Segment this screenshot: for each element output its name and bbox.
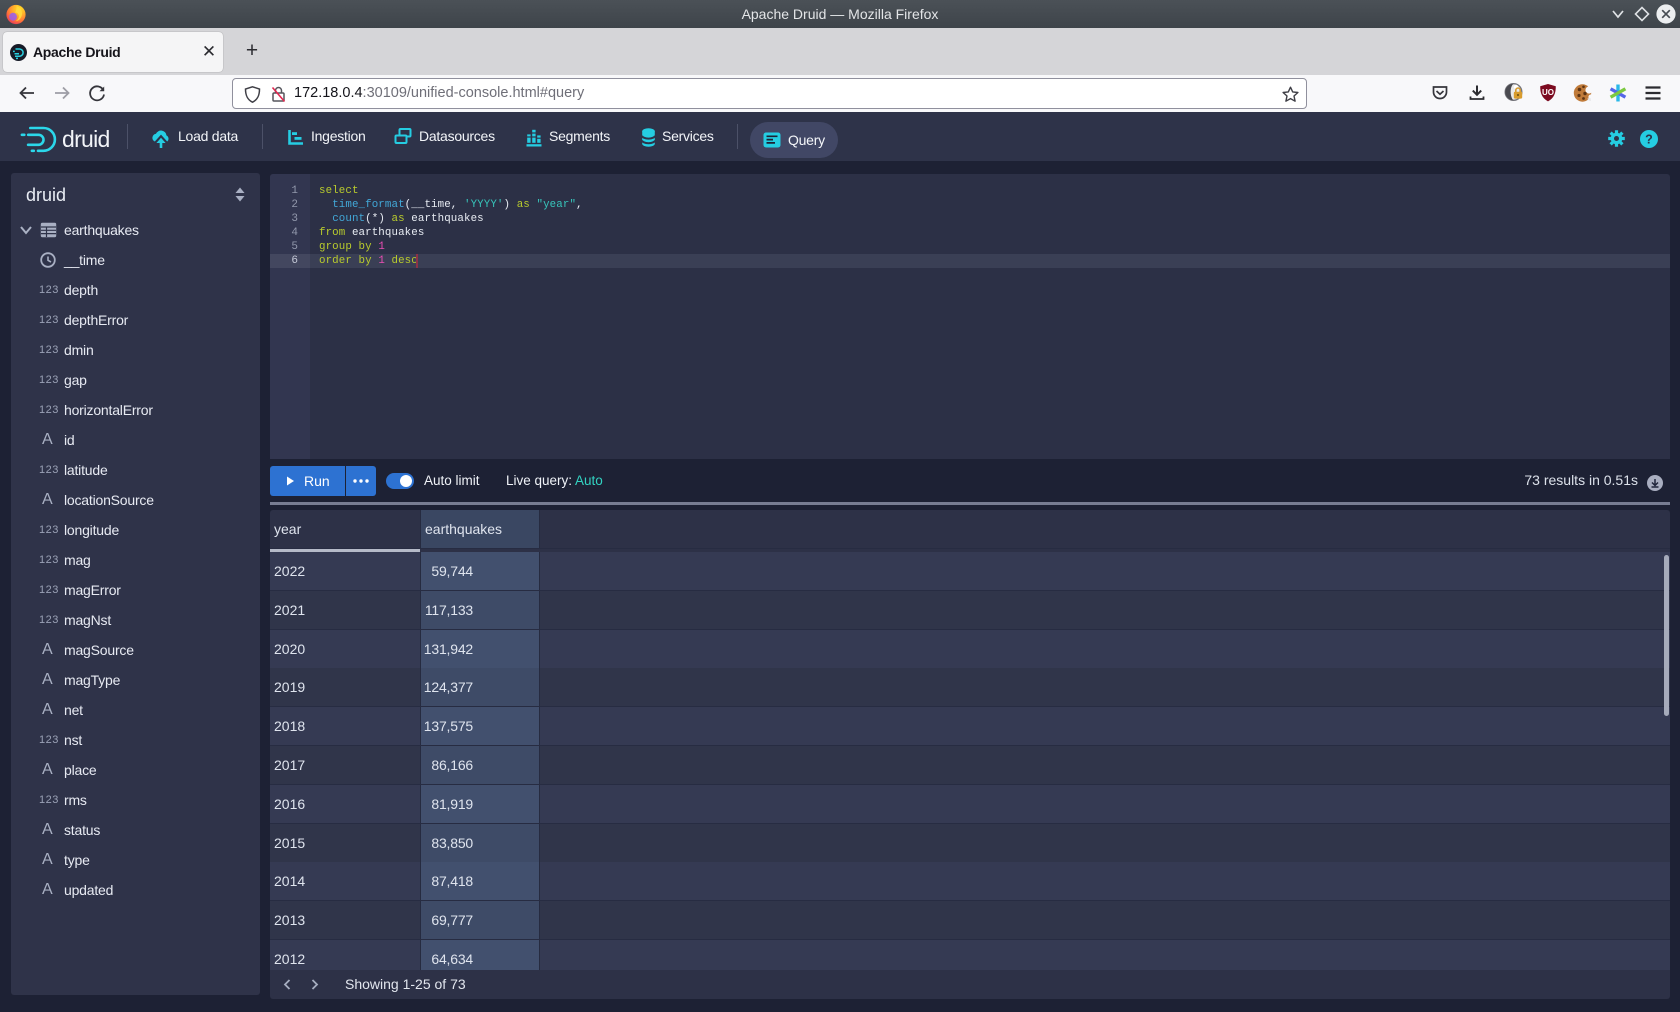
svg-text:?: ? [1645,132,1653,146]
svg-text:UO: UO [1542,88,1554,97]
